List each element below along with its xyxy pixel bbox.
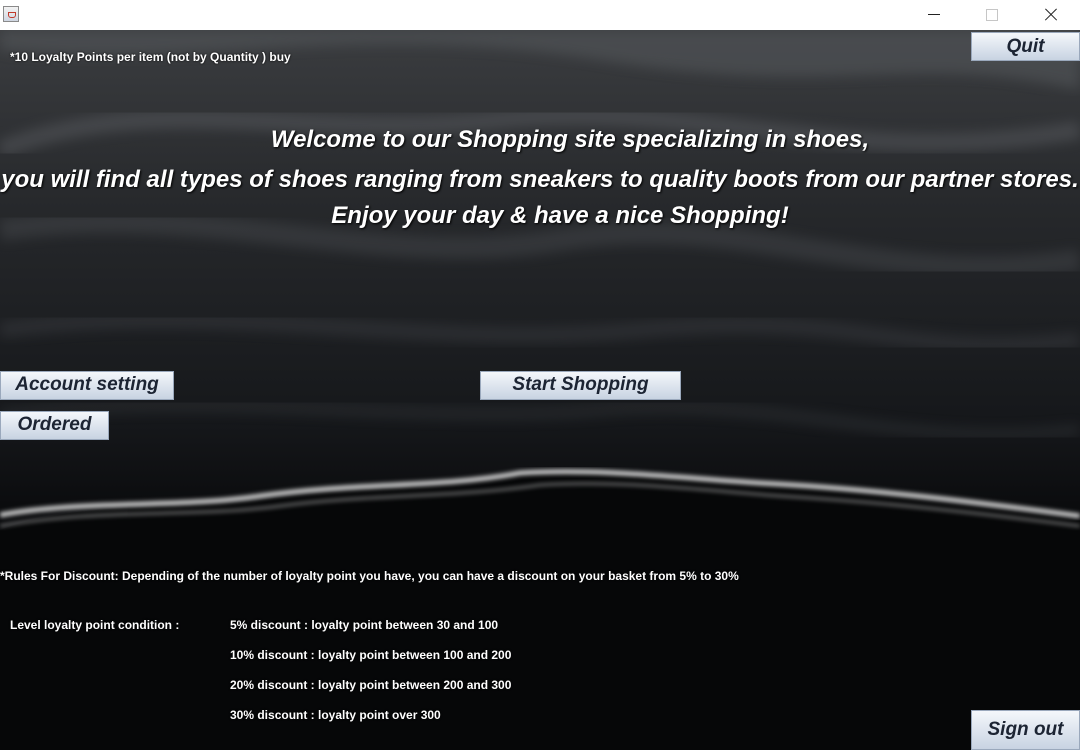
- minimize-icon[interactable]: [905, 0, 963, 30]
- main-panel: *10 Loyalty Points per item (not by Quan…: [0, 30, 1080, 750]
- discount-level-item: 20% discount : loyalty point between 200…: [230, 678, 512, 692]
- java-app-icon: [3, 6, 19, 22]
- start-shopping-button[interactable]: Start Shopping: [480, 371, 681, 400]
- welcome-line-1: Welcome to our Shopping site specializin…: [270, 126, 870, 153]
- discount-level-item: 5% discount : loyalty point between 30 a…: [230, 618, 499, 632]
- sign-out-button[interactable]: Sign out: [971, 710, 1080, 750]
- title-bar: [0, 0, 1080, 30]
- welcome-line-2: you will find all types of shoes ranging…: [1, 166, 1079, 193]
- discount-level-item: 10% discount : loyalty point between 100…: [230, 648, 512, 662]
- ordered-button[interactable]: Ordered: [0, 411, 109, 440]
- welcome-line-3: Enjoy your day & have a nice Shopping!: [331, 202, 789, 229]
- maximize-icon[interactable]: [963, 0, 1021, 30]
- close-icon[interactable]: [1021, 0, 1079, 30]
- discount-rules-text: *Rules For Discount: Depending of the nu…: [0, 569, 739, 583]
- loyalty-points-note: *10 Loyalty Points per item (not by Quan…: [10, 50, 291, 64]
- quit-button[interactable]: Quit: [971, 32, 1080, 61]
- discount-level-item: 30% discount : loyalty point over 300: [230, 708, 441, 722]
- account-setting-button[interactable]: Account setting: [0, 371, 174, 400]
- loyalty-condition-label: Level loyalty point condition :: [10, 618, 180, 632]
